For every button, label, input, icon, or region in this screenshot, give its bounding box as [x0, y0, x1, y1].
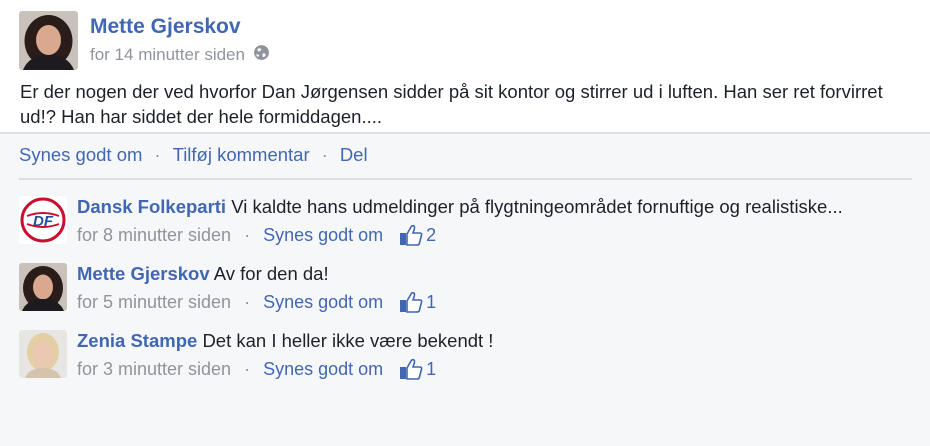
comment-meta: for 8 minutter siden · Synes godt om 2 — [77, 224, 436, 246]
comment-item: DF Dansk Folkeparti Vi kaldte hans udmel… — [19, 196, 919, 256]
df-logo-text: DF — [33, 213, 54, 230]
comment-item: Zenia Stampe Det kan I heller ikke være … — [19, 330, 919, 390]
comment-text: Av for den da! — [213, 263, 329, 284]
like-count-link[interactable]: 1 — [399, 358, 436, 380]
comment-meta: for 5 minutter siden · Synes godt om 1 — [77, 291, 436, 313]
meta-separator: · — [244, 358, 251, 379]
share-button[interactable]: Del — [340, 144, 368, 166]
post-text: Er der nogen der ved hvorfor Dan Jørgens… — [20, 81, 883, 127]
comment-timestamp[interactable]: for 3 minutter siden — [77, 359, 231, 380]
comment-text: Vi kaldte hans udmeldinger på flygtninge… — [231, 196, 843, 217]
meta-separator: · — [244, 291, 251, 312]
comment-author[interactable]: Zenia Stampe — [77, 330, 197, 351]
comment-text: Det kan I heller ikke være bekendt ! — [202, 330, 494, 351]
comments-divider — [19, 178, 912, 180]
comment-like-button[interactable]: Synes godt om — [263, 359, 383, 380]
comment-item: Mette Gjerskov Av for den da! for 5 minu… — [19, 263, 919, 323]
comment-author[interactable]: Dansk Folkeparti — [77, 196, 226, 217]
comment-timestamp[interactable]: for 5 minutter siden — [77, 292, 231, 313]
like-count: 2 — [426, 224, 437, 245]
like-count: 1 — [426, 358, 437, 379]
comment-author[interactable]: Mette Gjerskov — [77, 263, 210, 284]
comment-body: Mette Gjerskov Av for den da! — [77, 263, 329, 285]
thumbs-up-icon — [400, 224, 423, 246]
post-author-avatar[interactable] — [19, 11, 78, 70]
add-comment-button[interactable]: Tilføj kommentar — [173, 144, 310, 166]
comment-like-button[interactable]: Synes godt om — [263, 292, 383, 313]
commenter-avatar[interactable]: DF — [19, 196, 67, 244]
comment-meta: for 3 minutter siden · Synes godt om 1 — [77, 358, 436, 380]
action-separator: · — [154, 144, 161, 165]
globe-icon — [253, 44, 270, 66]
thumbs-up-icon — [400, 291, 423, 313]
like-count-link[interactable]: 1 — [399, 291, 436, 313]
like-count: 1 — [426, 291, 437, 312]
thumbs-up-icon — [400, 358, 423, 380]
commenter-avatar[interactable] — [19, 330, 67, 378]
comment-body: Dansk Folkeparti Vi kaldte hans udmeldin… — [77, 196, 843, 218]
like-button[interactable]: Synes godt om — [19, 144, 142, 166]
comment-timestamp[interactable]: for 8 minutter siden — [77, 225, 231, 246]
post-timestamp-text[interactable]: for 14 minutter siden — [90, 45, 245, 65]
commenter-avatar[interactable] — [19, 263, 67, 311]
post-card: Mette Gjerskov for 14 minutter siden Er … — [0, 0, 930, 134]
action-separator: · — [321, 144, 328, 165]
like-count-link[interactable]: 2 — [399, 224, 436, 246]
comment-body: Zenia Stampe Det kan I heller ikke være … — [77, 330, 493, 352]
post-actions: Synes godt om · Tilføj kommentar · Del — [19, 144, 368, 166]
meta-separator: · — [244, 224, 251, 245]
post-author-name[interactable]: Mette Gjerskov — [90, 15, 241, 39]
comment-like-button[interactable]: Synes godt om — [263, 225, 383, 246]
post-timestamp: for 14 minutter siden — [90, 44, 270, 66]
